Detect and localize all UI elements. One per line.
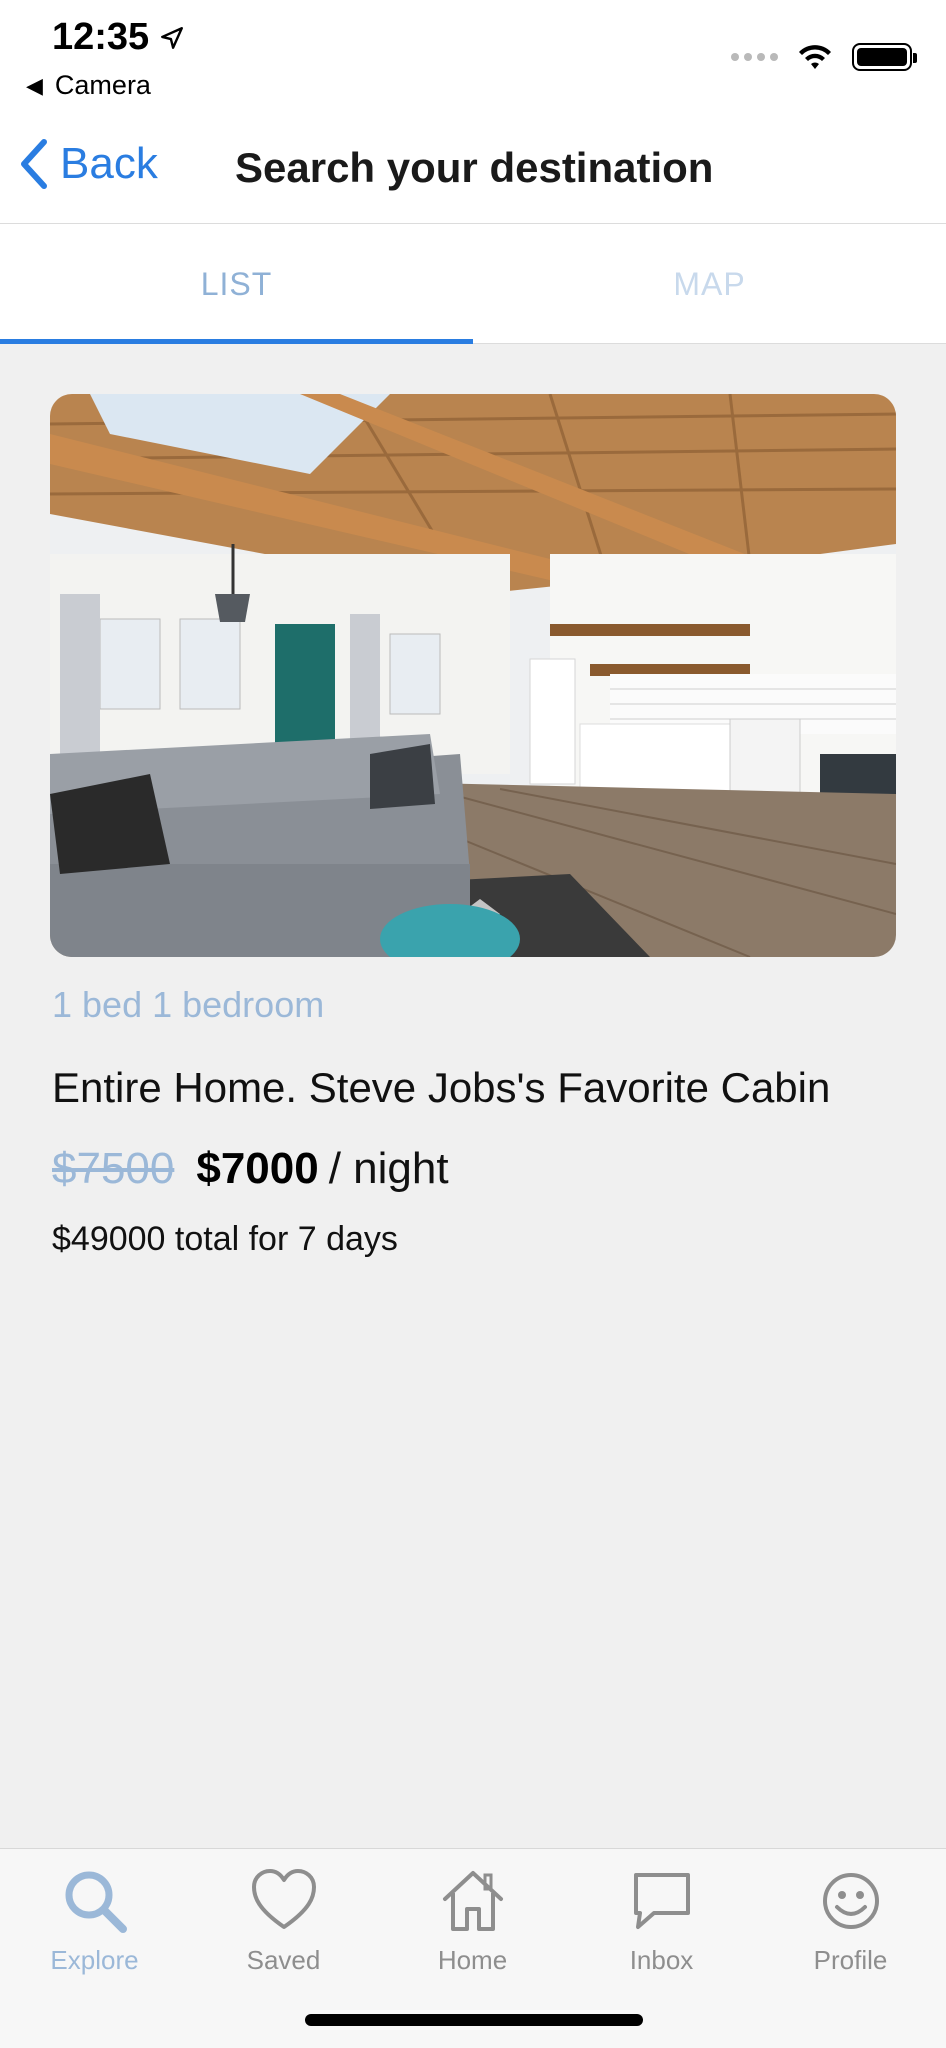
location-arrow-icon bbox=[161, 26, 184, 49]
battery-icon bbox=[852, 43, 917, 71]
original-price: $7500 bbox=[52, 1144, 175, 1193]
status-time: 12:35 bbox=[52, 16, 185, 59]
current-price: $7000 bbox=[196, 1144, 319, 1193]
listing-photo[interactable] bbox=[50, 394, 896, 957]
price-unit: / night bbox=[328, 1144, 449, 1193]
listing-title[interactable]: Entire Home. Steve Jobs's Favorite Cabin bbox=[52, 1064, 830, 1112]
tab-explore-label: Explore bbox=[50, 1945, 139, 1975]
back-to-app-label: Camera bbox=[54, 70, 151, 100]
page-title: Search your destination bbox=[235, 144, 714, 191]
view-tabs: LIST MAP bbox=[0, 224, 946, 344]
tab-list[interactable]: LIST bbox=[0, 224, 473, 344]
total-price: $49000 total for 7 days bbox=[52, 1220, 398, 1258]
status-indicators bbox=[731, 42, 917, 72]
signal-dots-icon bbox=[731, 53, 778, 61]
heart-icon bbox=[251, 1869, 316, 1929]
tab-inbox-label: Inbox bbox=[629, 1945, 694, 1975]
status-time-text: 12:35 bbox=[52, 16, 150, 58]
tab-home-label: Home bbox=[437, 1945, 508, 1975]
back-to-app-link[interactable]: ◀ Camera bbox=[26, 70, 151, 101]
back-button-label: Back bbox=[60, 139, 158, 188]
wifi-icon bbox=[799, 45, 831, 69]
tab-explore[interactable]: Explore bbox=[0, 1865, 189, 1985]
tab-profile-label: Profile bbox=[813, 1945, 888, 1975]
smiley-icon bbox=[822, 1873, 879, 1929]
price-row: $7500 $7000 / night bbox=[52, 1144, 449, 1194]
tab-map[interactable]: MAP bbox=[473, 224, 946, 344]
listing-bed-info: 1 bed 1 bedroom bbox=[52, 984, 325, 1025]
tab-home[interactable]: Home bbox=[378, 1865, 567, 1985]
navigation-bar: Back Search your destination bbox=[0, 110, 946, 224]
tab-profile[interactable]: Profile bbox=[756, 1865, 945, 1985]
chevron-left-icon bbox=[21, 139, 47, 189]
cabin-interior-image bbox=[50, 394, 896, 957]
search-icon bbox=[65, 1871, 127, 1933]
listing-card[interactable]: 1 bed 1 bedroom Entire Home. Steve Jobs'… bbox=[0, 344, 946, 1258]
status-bar: 12:35 ◀ Camera bbox=[0, 0, 946, 110]
chat-bubble-icon bbox=[633, 1873, 690, 1929]
back-button[interactable]: Back bbox=[18, 138, 158, 190]
back-triangle-icon: ◀ bbox=[26, 72, 43, 98]
tab-inbox[interactable]: Inbox bbox=[567, 1865, 756, 1985]
home-indicator[interactable] bbox=[305, 2014, 643, 2026]
house-icon bbox=[442, 1871, 503, 1931]
tab-saved[interactable]: Saved bbox=[189, 1865, 378, 1985]
tab-saved-label: Saved bbox=[246, 1945, 321, 1975]
